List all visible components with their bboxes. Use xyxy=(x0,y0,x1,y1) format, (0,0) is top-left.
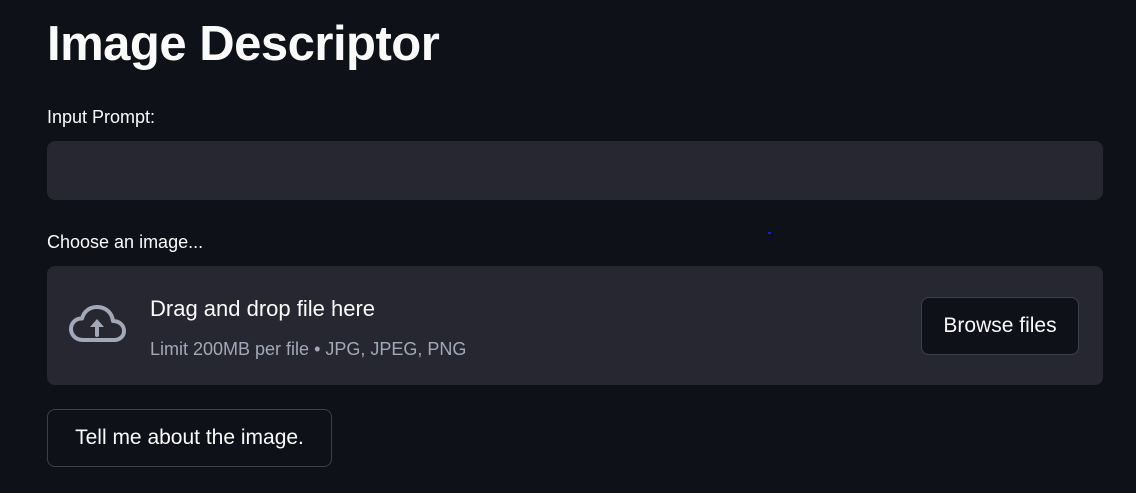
browse-files-button[interactable]: Browse files xyxy=(921,297,1079,355)
dropzone-instructions: Drag and drop file here xyxy=(150,296,376,321)
page-title: Image Descriptor xyxy=(47,17,440,71)
dropzone-file-limit: Limit 200MB per file • JPG, JPEG, PNG xyxy=(150,339,467,359)
file-dropzone[interactable]: Drag and drop file here Limit 200MB per … xyxy=(47,266,1103,385)
app-page: Image Descriptor Input Prompt: Choose an… xyxy=(0,0,1136,493)
image-uploader-label: Choose an image... xyxy=(47,232,204,252)
prompt-input[interactable] xyxy=(47,141,1103,200)
stray-pixel xyxy=(768,232,771,234)
prompt-label: Input Prompt: xyxy=(47,107,156,127)
cloud-upload-icon xyxy=(69,304,127,346)
describe-image-button[interactable]: Tell me about the image. xyxy=(47,409,332,467)
